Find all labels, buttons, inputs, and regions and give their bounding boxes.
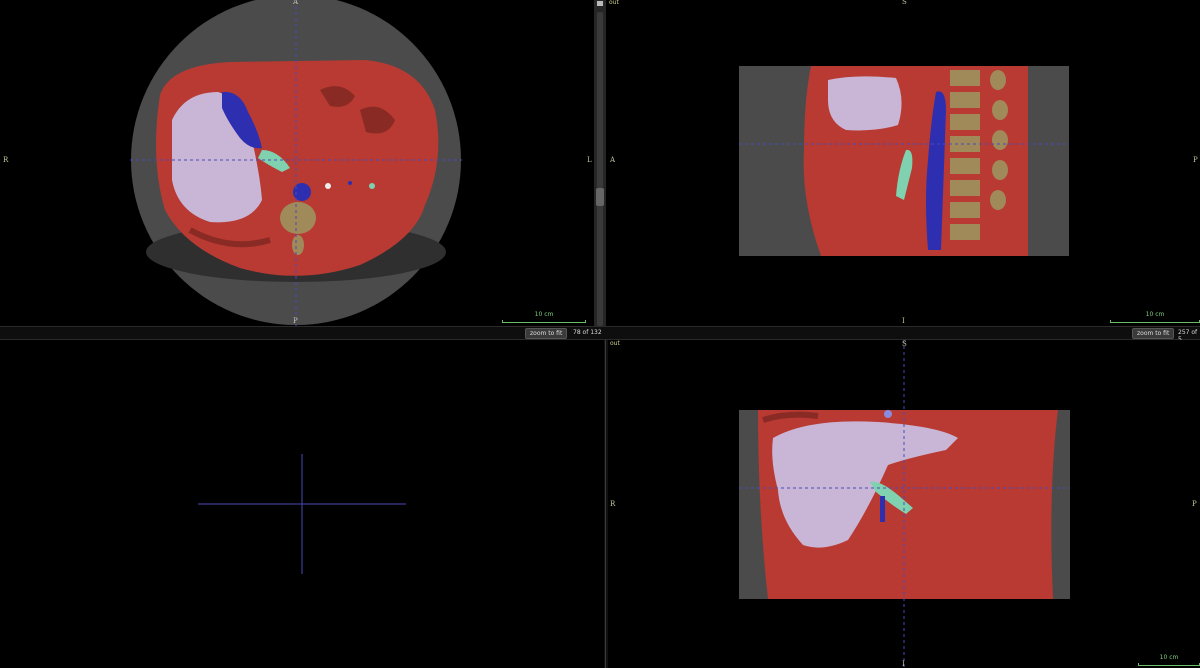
scale-bar-label: 10 cm — [1159, 654, 1179, 661]
zoom-to-fit-button[interactable]: zoom to fit — [1132, 328, 1175, 339]
orientation-left-label: R — [610, 500, 616, 508]
orientation-bottom-label: I — [902, 317, 905, 325]
scale-bar: 10 cm — [502, 311, 586, 323]
slice-scrollbar-thumb[interactable] — [596, 188, 604, 206]
render-3d-crosshair — [198, 454, 406, 574]
scale-bar: 10 cm — [1138, 654, 1200, 666]
coronal-image — [739, 340, 1070, 668]
orientation-left-label: R — [3, 156, 9, 164]
orientation-right-label: L — [587, 156, 592, 164]
scale-bar: 10 cm — [1110, 311, 1200, 323]
orientation-left-label: A — [610, 156, 616, 164]
orientation-top-label: S — [902, 0, 907, 6]
axial-view[interactable]: A R L P 10 cm — [0, 0, 594, 326]
sagittal-view[interactable]: out S A P I 10 cm — [606, 0, 1200, 326]
pane-label: out — [610, 340, 620, 347]
scale-bar-label: 10 cm — [534, 311, 554, 318]
orientation-top-label: A — [293, 0, 299, 6]
pane-splitter-horizontal[interactable]: zoom to fit 78 of 132 zoom to fit 257 of… — [0, 326, 1200, 343]
pane-label: out — [609, 0, 619, 6]
slice-scrollbar[interactable] — [597, 12, 603, 326]
lock-icon[interactable] — [595, 0, 605, 6]
scale-bar-label: 10 cm — [1145, 311, 1165, 318]
render-3d-view[interactable] — [0, 340, 604, 668]
coronal-view[interactable]: out S R P I 10 cm — [608, 340, 1200, 668]
orientation-bottom-label: P — [293, 317, 298, 325]
orientation-right-label: P — [1193, 156, 1198, 164]
orientation-right-label: P — [1192, 500, 1197, 508]
zoom-to-fit-button[interactable]: zoom to fit — [525, 328, 568, 339]
sagittal-image — [739, 66, 1069, 256]
axial-image — [130, 0, 462, 326]
slice-counter: 78 of 132 — [573, 329, 602, 336]
orientation-bottom-label: I — [902, 660, 905, 668]
orientation-top-label: S — [902, 340, 907, 348]
